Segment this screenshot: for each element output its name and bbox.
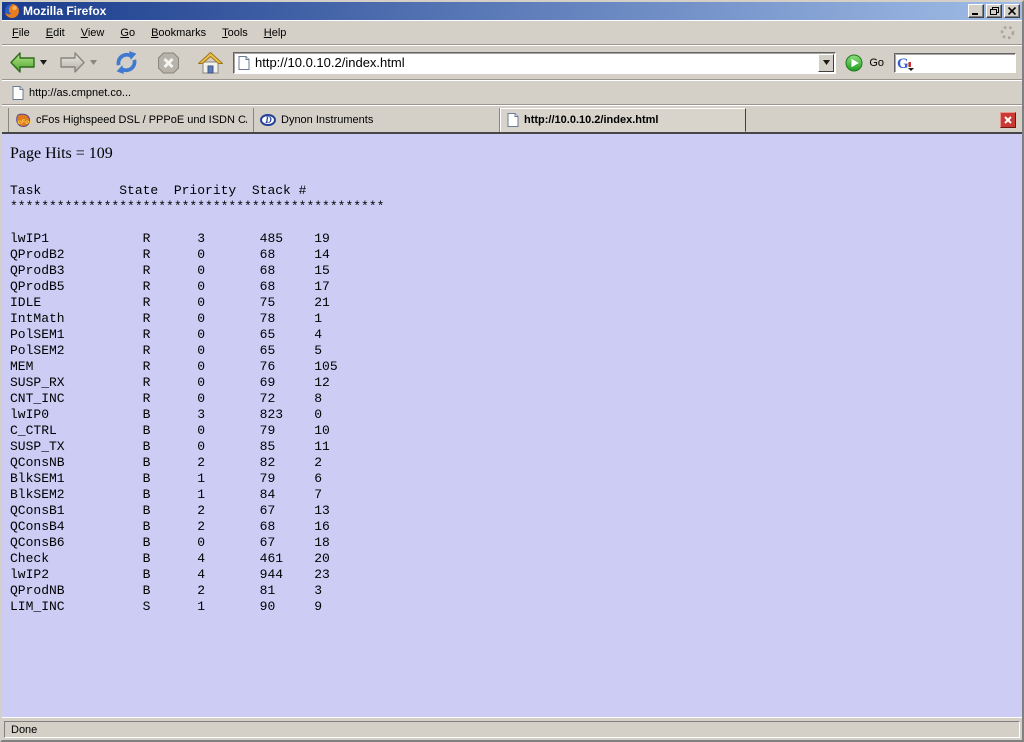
stop-icon [156,51,181,75]
tab-2[interactable]: D Dynon Instruments [254,108,500,132]
restore-icon [990,7,999,15]
task-table: Task State Priority Stack # ************… [10,183,1014,615]
firefox-icon [4,3,20,19]
tab-label: cFos Highspeed DSL / PPPoE und ISDN CAP.… [36,114,247,126]
close-icon [1002,114,1014,126]
tab-1[interactable]: cFos cFos Highspeed DSL / PPPoE und ISDN … [8,108,254,132]
menu-items: FileEditViewGoBookmarksToolsHelp [4,23,294,43]
chevron-down-icon [823,60,830,65]
bookmark-label: http://as.cmpnet.co... [29,87,131,99]
tab-label: Dynon Instruments [281,114,373,126]
forward-dropdown[interactable] [89,60,100,65]
svg-text:D: D [264,115,272,125]
navigation-toolbar: Go G [2,45,1022,80]
browser-window: Mozilla Firefox FileEditViewGoBookmarksT… [0,0,1024,742]
back-button[interactable] [6,49,39,76]
minimize-icon [972,8,980,15]
menu-edit[interactable]: Edit [38,23,73,43]
url-bar [233,52,836,74]
tab-3[interactable]: http://10.0.10.2/index.html [500,108,746,132]
google-search-icon: G [897,55,914,71]
chevron-down-icon [40,60,47,65]
svg-text:cFos: cFos [18,119,32,126]
page-content: Page Hits = 109 Task State Priority Stac… [2,134,1022,717]
reload-icon [113,50,140,75]
cfos-icon: cFos [15,112,31,128]
url-input[interactable] [255,55,813,70]
menu-file[interactable]: File [4,23,38,43]
window-controls [968,4,1020,18]
go-label[interactable]: Go [869,57,884,69]
close-button[interactable] [1004,4,1020,18]
stop-button[interactable] [153,49,184,77]
dynon-icon: D [260,113,276,127]
status-bar: Done [2,717,1022,740]
page-icon [12,86,24,100]
go-group: Go [844,53,884,73]
tabs: cFos cFos Highspeed DSL / PPPoE und ISDN … [8,108,746,132]
restore-button[interactable] [986,4,1002,18]
back-icon [9,51,36,74]
window-title: Mozilla Firefox [23,3,965,19]
forward-button[interactable] [56,49,89,76]
page-icon [238,56,250,70]
tab-label: http://10.0.10.2/index.html [524,114,658,126]
svg-text:G: G [897,56,909,71]
menu-view[interactable]: View [73,23,113,43]
page-icon [507,113,519,127]
close-tab-button[interactable] [1000,112,1016,128]
forward-icon [59,51,86,74]
reload-button[interactable] [110,48,143,77]
menu-bar: FileEditViewGoBookmarksToolsHelp [2,20,1022,45]
menu-go[interactable]: Go [112,23,143,43]
url-dropdown[interactable] [818,54,834,72]
menu-bookmarks[interactable]: Bookmarks [143,23,214,43]
status-text: Done [11,724,37,736]
tab-bar: cFos cFos Highspeed DSL / PPPoE und ISDN … [2,105,1022,134]
home-button[interactable] [194,49,227,77]
bookmarks-toolbar: http://as.cmpnet.co... [2,80,1022,105]
status-panel: Done [4,721,1020,738]
go-icon [845,54,863,72]
go-button[interactable] [844,53,864,73]
menu-tools[interactable]: Tools [214,23,256,43]
search-box: G [894,53,1016,73]
throbber-icon [999,24,1016,41]
title-bar: Mozilla Firefox [2,2,1022,20]
menu-help[interactable]: Help [256,23,295,43]
back-dropdown[interactable] [39,60,50,65]
bookmark-item[interactable]: http://as.cmpnet.co... [6,83,137,103]
chevron-down-icon [90,60,97,65]
page-hits-text: Page Hits = 109 [10,145,1014,163]
home-icon [197,51,224,75]
bookmarks-list: http://as.cmpnet.co... [6,83,137,103]
minimize-button[interactable] [968,4,984,18]
search-input[interactable] [915,56,1013,70]
close-icon [1008,7,1016,15]
tabbar-spacer [746,108,1000,132]
